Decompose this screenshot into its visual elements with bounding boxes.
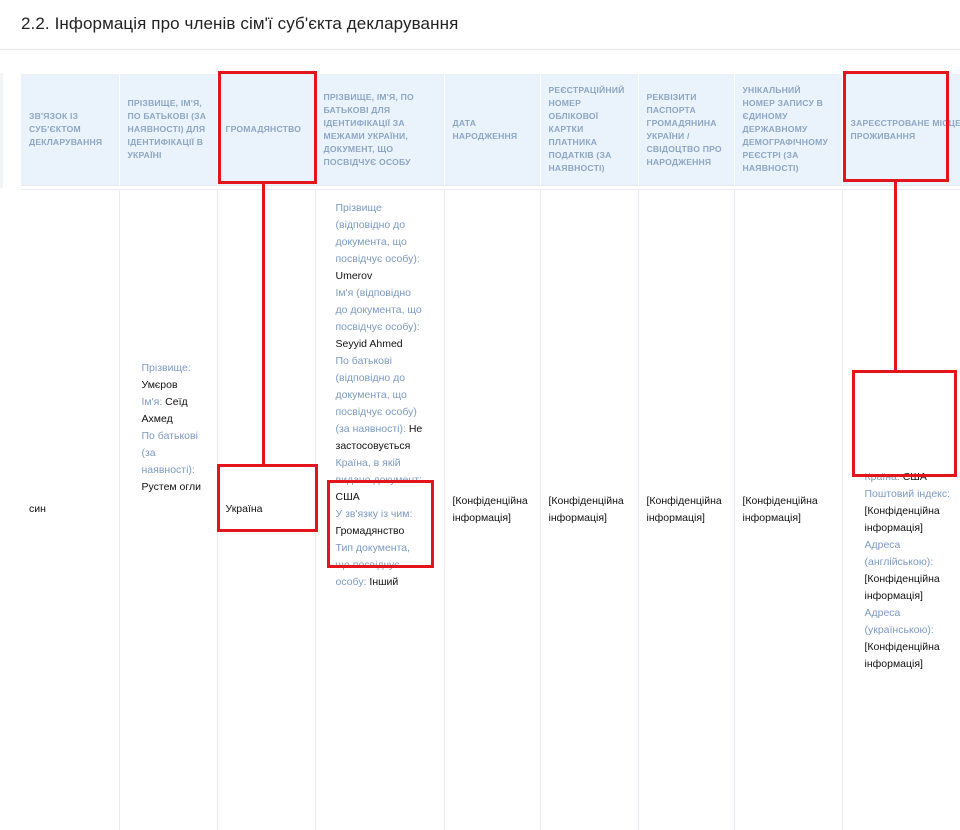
address-ua-label: Адреса (українською): — [865, 607, 934, 636]
tax-number-cell: [Конфіденційна інформація] — [540, 190, 638, 830]
address-ua-value: [Конфіденційна інформація] — [865, 641, 940, 670]
surname-value: Умєров — [142, 379, 178, 391]
patronymic-label: По батькові (за наявності): — [142, 430, 198, 476]
column-header-name-ua: Прізвище, ім'я, по батькові (за наявност… — [119, 74, 217, 186]
tax-number-value: [Конфіденційна інформація] — [549, 495, 624, 524]
name-ua-block: Прізвище: Умєров Ім'я: Сеїд Ахмед По бат… — [142, 360, 209, 496]
foreign-patronymic-label: По батькові (відповідно до документа, що… — [336, 355, 417, 435]
address-en-value: [Конфіденційна інформація] — [865, 573, 940, 602]
column-header-foreign-id: Прізвище, ім'я, по батькові для ідентифі… — [315, 74, 444, 186]
foreign-surname-label: Прізвище (відповідно до документа, що по… — [336, 202, 420, 265]
column-header-passport: Реквізити паспорта громадянина України /… — [638, 74, 734, 186]
surname-label: Прізвище: — [142, 362, 191, 374]
foreign-name-label: Ім'я (відповідно до документа, що посвід… — [336, 287, 422, 333]
column-header-birth-date: Дата народження — [444, 74, 540, 186]
annotation-line-residence — [894, 181, 897, 372]
table-row: син Прізвище: Умєров Ім'я: Сеїд Ахмед По… — [21, 190, 960, 830]
relation-value: син — [29, 503, 46, 515]
family-members-table: Зв'язок із суб'єктом декларування Прізви… — [21, 74, 960, 830]
relation-cell: син — [21, 190, 119, 830]
first-name-label: Ім'я: — [142, 396, 163, 408]
patronymic-value: Рустем огли — [142, 481, 201, 493]
left-edge-shade — [0, 73, 3, 188]
address-en-label: Адреса (англійською): — [865, 539, 934, 568]
doc-type-value: Інший — [369, 576, 398, 588]
column-header-demographic-record: Унікальний номер запису в Єдиному держав… — [734, 74, 842, 186]
annotation-box-issuing-country — [327, 480, 434, 568]
passport-cell: [Конфіденційна інформація] — [638, 190, 734, 830]
postal-code-value: [Конфіденційна інформація] — [865, 505, 940, 534]
section-title: 2.2. Інформація про членів сім'ї суб'єкт… — [21, 14, 458, 34]
title-divider — [0, 49, 960, 50]
annotation-box-citizenship-header — [218, 71, 317, 184]
foreign-name-value: Seyyid Ahmed — [336, 338, 403, 350]
table-header-row: Зв'язок із суб'єктом декларування Прізви… — [21, 74, 960, 186]
annotation-line-citizenship — [262, 183, 265, 466]
birth-date-value: [Конфіденційна інформація] — [453, 495, 528, 524]
name-ua-cell: Прізвище: Умєров Ім'я: Сеїд Ахмед По бат… — [119, 190, 217, 830]
residence-cell: Країна: США Поштовий індекс: [Конфіденці… — [842, 190, 960, 830]
passport-value: [Конфіденційна інформація] — [647, 495, 722, 524]
annotation-box-residence-header — [843, 71, 949, 182]
birth-date-cell: [Конфіденційна інформація] — [444, 190, 540, 830]
demographic-record-cell: [Конфіденційна інформація] — [734, 190, 842, 830]
residence-block: Країна: США Поштовий індекс: [Конфіденці… — [865, 469, 960, 673]
annotation-box-citizenship-value — [217, 464, 318, 532]
demographic-record-value: [Конфіденційна інформація] — [743, 495, 818, 524]
column-header-tax-number: Реєстраційний номер облікової картки пла… — [540, 74, 638, 186]
postal-code-label: Поштовий індекс: — [865, 488, 951, 500]
column-header-relation: Зв'язок із суб'єктом декларування — [21, 74, 119, 186]
annotation-box-residence-country — [852, 370, 957, 477]
foreign-surname-value: Umerov — [336, 270, 373, 282]
